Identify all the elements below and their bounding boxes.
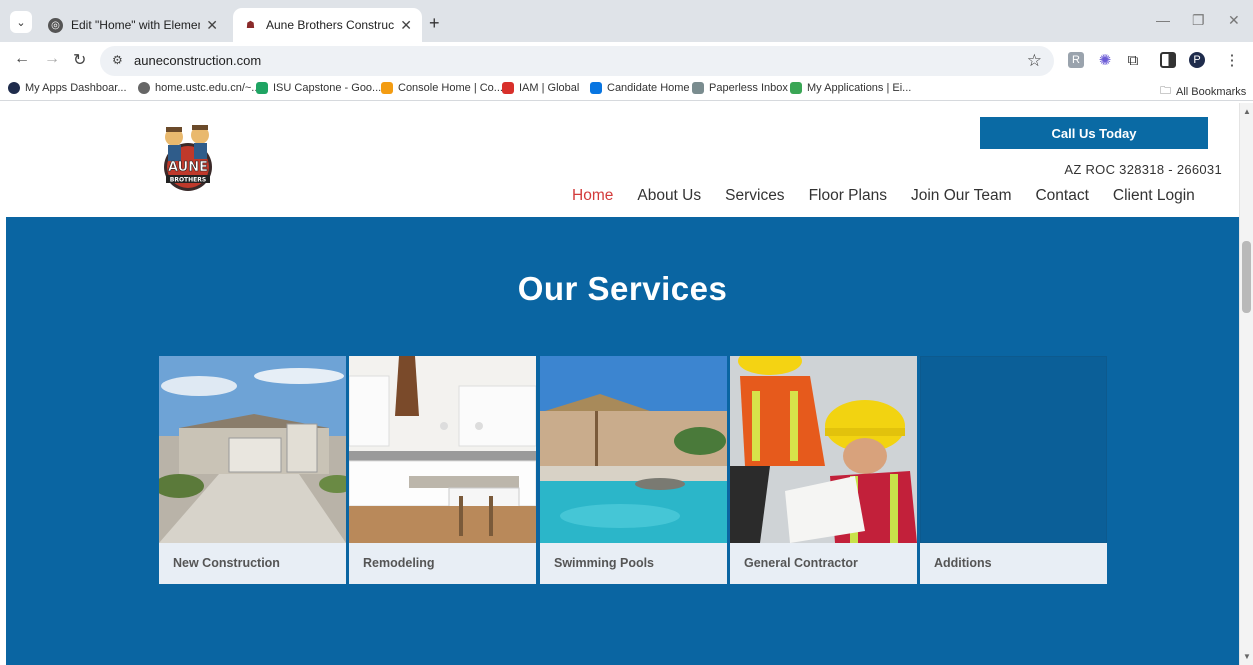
address-bar[interactable]: ⚙ auneconstruction.com ☆ [100,46,1054,76]
extension-flower-icon[interactable]: ✺ [1097,52,1113,69]
svg-text:BROTHERS: BROTHERS [170,177,206,184]
bookmark-label: IAM | Global [519,82,580,94]
iam-icon [502,82,514,94]
section-heading: Our Services [517,270,728,307]
restore-icon[interactable]: ❐ [1192,12,1205,29]
close-window-icon[interactable]: ✕ [1228,12,1240,29]
menu-kebab-icon[interactable]: ⋮ [1224,52,1240,69]
bookmark-item[interactable]: Paperless Inbox [692,82,788,94]
app-icon [790,82,802,94]
bookmark-label: ISU Capstone - Goo... [273,82,382,94]
tab-title: Aune Brothers Construction [266,18,395,32]
nav-home[interactable]: Home [572,187,613,205]
bookmark-label: Candidate Home [607,82,690,94]
bookmark-label: Paperless Inbox [709,82,788,94]
scroll-up-icon[interactable]: ▲ [1243,107,1251,116]
service-card-label: General Contractor [744,556,858,570]
bookmark-label: Console Home | Co... [398,82,503,94]
general-contractor-image [730,356,917,543]
main-nav: Home About Us Services Floor Plans Join Our … [572,187,1195,205]
scrollbar-thumb[interactable] [1242,241,1251,313]
circle-icon [8,82,20,94]
nav-join-our-team[interactable]: Join Our Team [911,187,1012,205]
scroll-down-icon[interactable]: ▼ [1243,652,1251,661]
service-card-label: Swimming Pools [554,556,655,570]
paperless-icon [692,82,704,94]
page-scrollbar[interactable]: ▲ ▼ [1239,103,1253,665]
nav-about-us[interactable]: About Us [637,187,701,205]
forward-icon[interactable]: → [44,50,60,68]
bookmark-item[interactable]: Candidate Home [590,82,690,94]
bookmark-item[interactable]: My Applications | Ei... [790,82,911,94]
extension-icon[interactable]: R [1068,52,1084,68]
service-card-general-contractor[interactable]: General Contractor [730,356,917,584]
nav-contact[interactable]: Contact [1035,187,1088,205]
minimize-icon[interactable]: — [1156,12,1170,28]
call-us-button[interactable]: Call Us Today [980,117,1208,149]
new-construction-image [159,356,346,543]
swimming-pools-image [540,356,727,543]
service-card-remodeling[interactable]: Remodeling [349,356,536,584]
side-panel-icon[interactable] [1160,52,1176,68]
tab-search-button[interactable]: ⌄ [10,11,32,33]
svg-text:AUNE: AUNE [168,160,208,175]
service-card-new-construction[interactable]: New Construction [159,356,346,584]
globe-icon: ◎ [48,17,63,33]
service-card-swimming-pools[interactable]: Swimming Pools [540,356,727,584]
folder-icon: 🗀 [1160,85,1171,97]
tab-title: Edit "Home" with Elementor [71,18,200,32]
browser-chrome: ⌄ ◎ Edit "Home" with Elementor ✕ ☗ Aune … [0,0,1253,103]
services-section: Our Services New Construction Remodeling… [6,217,1239,665]
bookmark-star-icon[interactable]: ☆ [1027,51,1042,71]
drive-icon [256,82,268,94]
bookmark-label: My Apps Dashboar... [25,82,127,94]
bookmark-item[interactable]: Console Home | Co... [381,82,503,94]
bookmarks-bar: My Apps Dashboar... home.ustc.edu.cn/~...… [0,78,1253,101]
browser-toolbar: ← → ↻ ⚙ auneconstruction.com ☆ R ✺ ⧉ P ⋮ [0,42,1253,78]
nav-floor-plans[interactable]: Floor Plans [809,187,887,205]
service-card-label: New Construction [173,556,280,570]
reload-icon[interactable]: ↻ [73,50,86,70]
bookmark-label: home.ustc.edu.cn/~... [155,82,261,94]
tab-aune-brothers[interactable]: ☗ Aune Brothers Construction ✕ [233,8,422,42]
url-text: auneconstruction.com [134,53,262,68]
nav-services[interactable]: Services [725,187,784,205]
nav-client-login[interactable]: Client Login [1113,187,1195,205]
service-card-label: Additions [934,556,992,570]
extensions-puzzle-icon[interactable]: ⧉ [1125,52,1141,69]
tab-edit-home[interactable]: ◎ Edit "Home" with Elementor ✕ [38,8,228,42]
bookmark-item[interactable]: home.ustc.edu.cn/~... [138,82,260,94]
bookmark-item[interactable]: IAM | Global [502,82,579,94]
cube-icon [381,82,393,94]
bookmark-label: My Applications | Ei... [807,82,912,94]
web-page: AUNE BROTHERS Call Us Today AZ ROC 32831… [0,103,1239,665]
tab-strip: ⌄ ◎ Edit "Home" with Elementor ✕ ☗ Aune … [0,0,1253,42]
site-favicon-icon: ☗ [243,17,258,33]
workday-icon [590,82,602,94]
bookmark-item[interactable]: My Apps Dashboar... [8,82,127,94]
close-tab-icon[interactable]: ✕ [400,17,412,34]
all-bookmarks-label: All Bookmarks [1176,85,1247,98]
service-card-additions[interactable]: Additions [920,356,1107,584]
all-bookmarks-button[interactable]: 🗀 All Bookmarks [1160,82,1246,101]
additions-image-placeholder [920,356,1107,543]
license-number: AZ ROC 328318 - 266031 [1064,162,1222,177]
bookmark-item[interactable]: ISU Capstone - Goo... [256,82,381,94]
aune-brothers-logo[interactable]: AUNE BROTHERS [152,121,224,193]
globe-icon [138,82,150,94]
site-info-icon[interactable]: ⚙ [112,53,123,67]
profile-avatar[interactable]: P [1189,52,1205,68]
back-icon[interactable]: ← [14,50,30,68]
remodeling-image [349,356,536,543]
new-tab-icon[interactable]: + [429,13,440,34]
close-tab-icon[interactable]: ✕ [206,17,218,34]
service-card-label: Remodeling [363,556,435,570]
